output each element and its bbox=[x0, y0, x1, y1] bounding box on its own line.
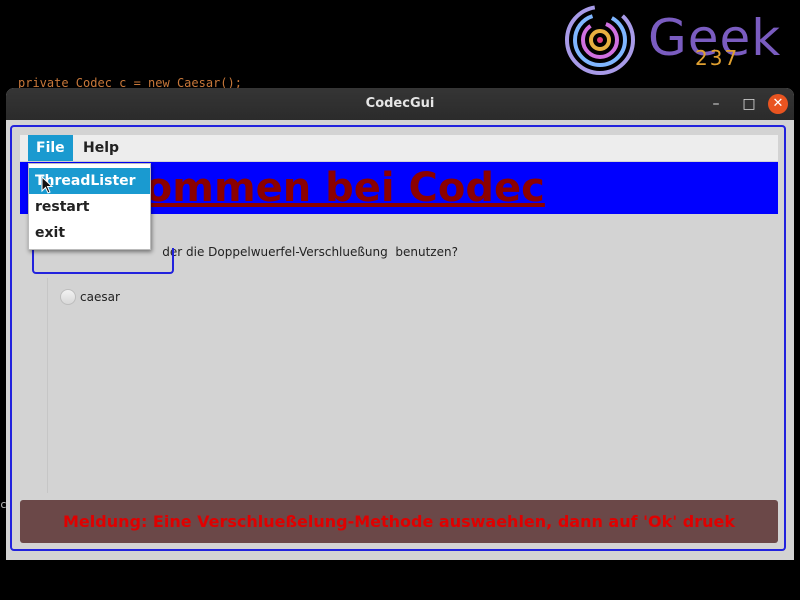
window-titlebar[interactable]: CodecGui – □ ✕ bbox=[6, 88, 794, 120]
method-question: der die Doppelwuerfel-Verschlueßung benu… bbox=[147, 231, 458, 273]
menu-help[interactable]: Help bbox=[75, 135, 127, 161]
options-divider bbox=[47, 278, 48, 493]
geek237-logo: Geek 237 bbox=[560, 2, 800, 78]
minimize-icon[interactable]: – bbox=[706, 94, 726, 114]
radio-unchecked-icon[interactable] bbox=[60, 289, 76, 305]
method-question-text: der die Doppelwuerfel-Verschlueßung benu… bbox=[162, 245, 458, 259]
menu-item-restart[interactable]: restart bbox=[29, 194, 150, 220]
selection-box bbox=[32, 248, 174, 274]
menu-item-exit[interactable]: exit bbox=[29, 220, 150, 246]
close-icon[interactable]: ✕ bbox=[768, 94, 788, 114]
window-title: CodecGui bbox=[365, 96, 435, 111]
logo-number: 237 bbox=[695, 46, 740, 70]
geek237-logo-icon bbox=[565, 5, 635, 75]
status-message-bar: Meldung: Eine Verschlueßelung-Methode au… bbox=[20, 500, 778, 543]
mouse-pointer-icon bbox=[41, 176, 54, 194]
codecgui-window: CodecGui – □ ✕ File Help Willkommen bei … bbox=[6, 88, 794, 560]
status-message: Meldung: Eine Verschlueßelung-Methode au… bbox=[63, 512, 735, 531]
option-caesar-label[interactable]: caesar bbox=[80, 290, 120, 304]
menu-file[interactable]: File bbox=[28, 135, 73, 161]
menu-bar: File Help bbox=[20, 135, 778, 161]
maximize-icon[interactable]: □ bbox=[739, 94, 759, 114]
